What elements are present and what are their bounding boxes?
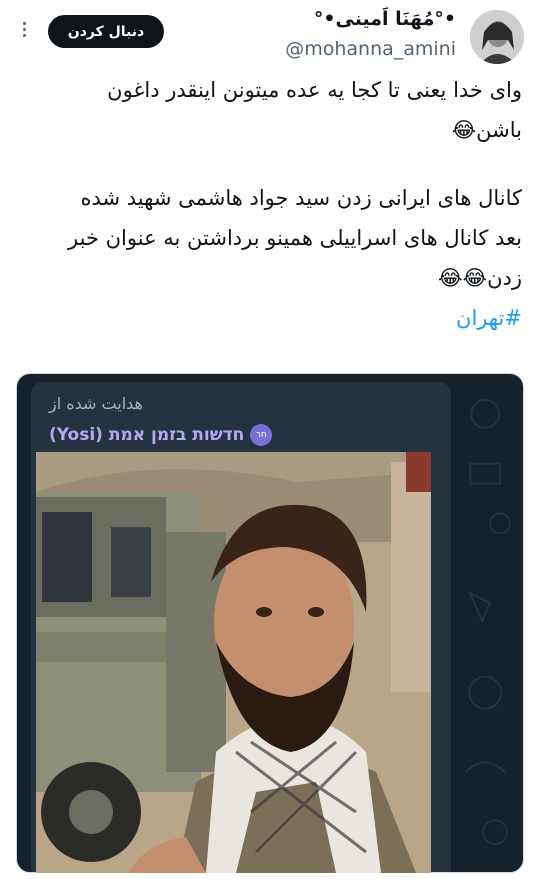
forwarded-channel: חר חדשות בזמן אמת (Yosi) bbox=[49, 422, 273, 448]
forwarded-label: هدایت شده از bbox=[49, 394, 143, 413]
tweet-text-gap bbox=[17, 150, 522, 178]
tweet-text-line: بعد کانال های اسراییلی همینو برداشتن به … bbox=[68, 226, 522, 250]
avatar-image bbox=[470, 10, 524, 64]
tweet-header: •°مُهَنَا اَمینی•° @mohanna_amini دنبال … bbox=[0, 0, 540, 70]
channel-name: חדשות בזמן אמת (Yosi) bbox=[49, 425, 245, 445]
photo-image bbox=[36, 452, 431, 873]
follow-button[interactable]: دنبال کردن bbox=[48, 15, 164, 48]
author-display-name[interactable]: •°مُهَنَا اَمینی•° bbox=[314, 8, 456, 30]
tweet-body: وای خدا یعنی تا کجا یه عده میتونن اینقدر… bbox=[17, 70, 522, 338]
channel-avatar: חר bbox=[250, 424, 273, 446]
avatar[interactable] bbox=[470, 10, 524, 64]
more-icon[interactable] bbox=[18, 20, 30, 40]
tweet-text-line: کانال های ایرانی زدن سید جواد هاشمی شهید… bbox=[80, 186, 522, 210]
tweet-text-line: وای خدا یعنی تا کجا یه عده میتونن اینقدر… bbox=[107, 78, 522, 102]
tweet-text-line: زدن😂😂 bbox=[438, 266, 522, 290]
media-photo[interactable] bbox=[36, 452, 431, 873]
tweet-text-line: باشن😂 bbox=[451, 118, 522, 142]
author-handle[interactable]: @mohanna_amini bbox=[285, 38, 456, 60]
hashtag-link[interactable]: #تهران bbox=[456, 306, 522, 330]
